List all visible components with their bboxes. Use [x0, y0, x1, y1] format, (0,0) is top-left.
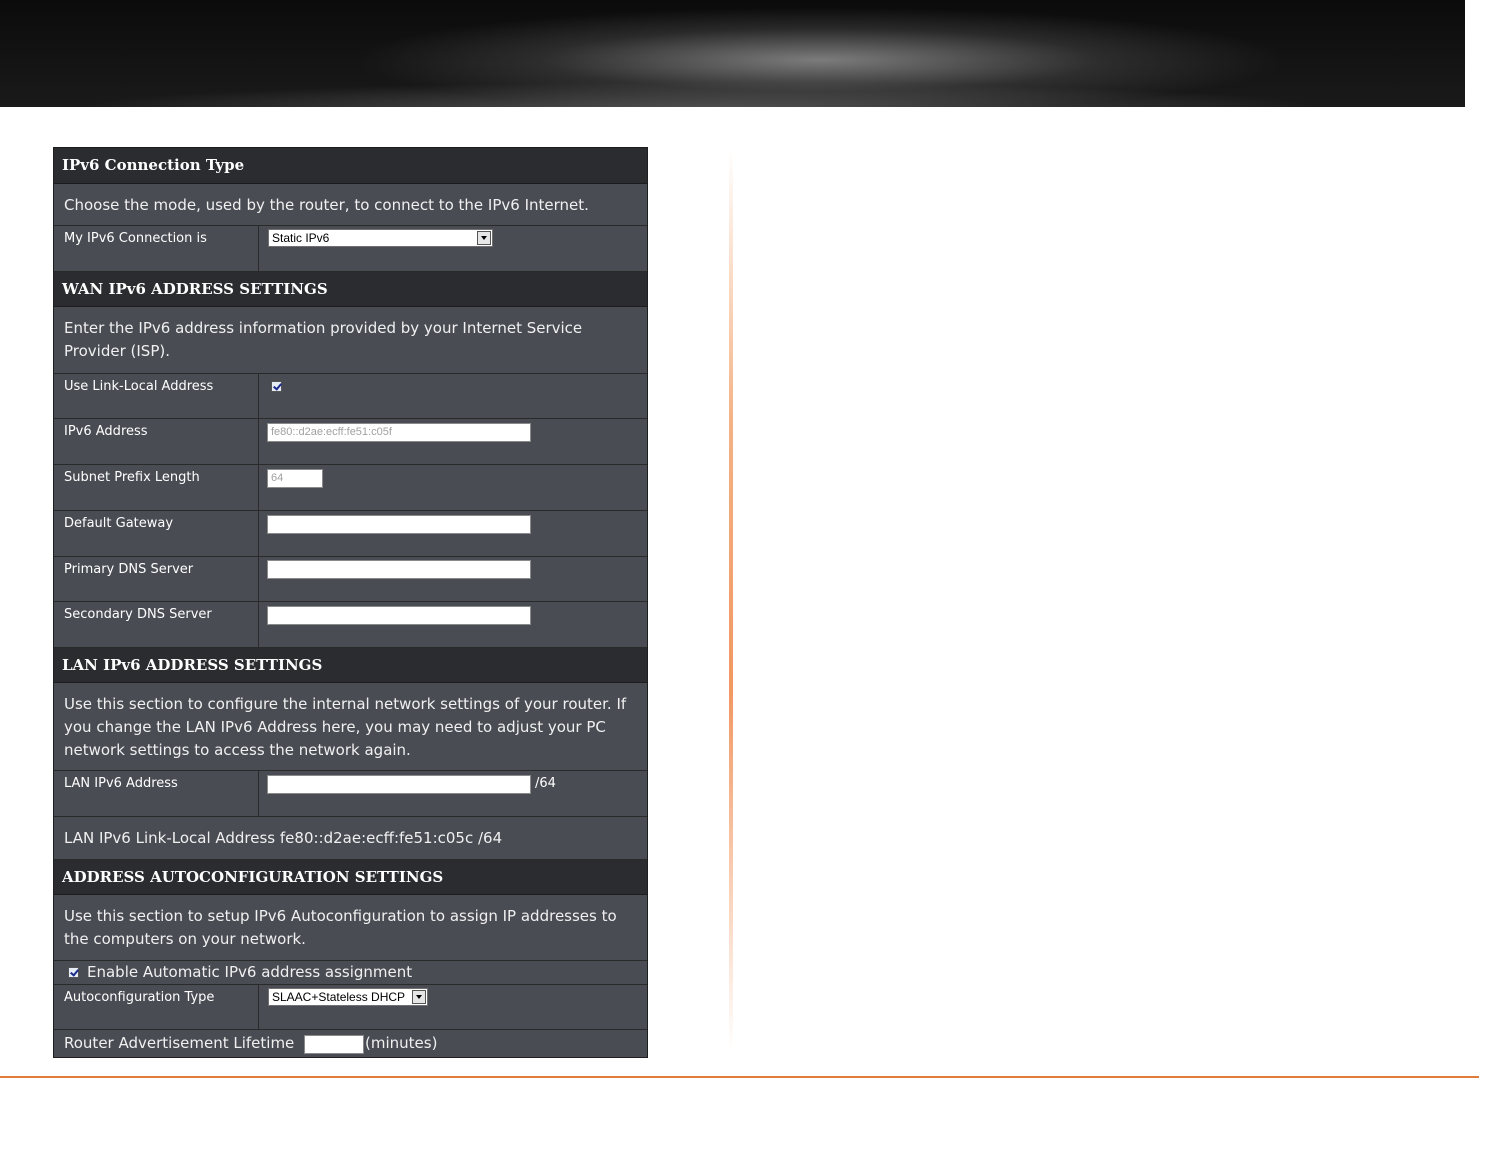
- lan-ipv6-address-label: LAN IPv6 Address: [54, 771, 259, 816]
- ra-lifetime-unit: (minutes): [365, 1034, 438, 1052]
- ipv6-address-input[interactable]: fe80::d2ae:ecff:fe51:c05f: [267, 423, 531, 442]
- autoconfig-type-select[interactable]: SLAAC+Stateless DHCP: [268, 988, 428, 1006]
- autoconfig-description: Use this section to setup IPv6 Autoconfi…: [54, 895, 647, 961]
- subnet-prefix-input[interactable]: 64: [267, 469, 323, 488]
- use-link-local-row: Use Link-Local Address: [54, 374, 647, 419]
- default-gateway-label: Default Gateway: [54, 511, 259, 556]
- ra-lifetime-input[interactable]: [304, 1035, 364, 1054]
- ipv6-address-row: IPv6 Address fe80::d2ae:ecff:fe51:c05f: [54, 419, 647, 465]
- section-header-wan: WAN IPv6 ADDRESS SETTINGS: [54, 272, 647, 307]
- default-gateway-row: Default Gateway: [54, 511, 647, 557]
- primary-dns-input[interactable]: [267, 560, 531, 579]
- lan-prefix-suffix: /64: [535, 776, 556, 791]
- chevron-down-icon[interactable]: [477, 231, 491, 245]
- connection-type-description: Choose the mode, used by the router, to …: [54, 184, 647, 226]
- ipv6-address-label: IPv6 Address: [54, 419, 259, 464]
- section-title: IPv6 Connection Type: [62, 156, 245, 174]
- wan-description: Enter the IPv6 address information provi…: [54, 307, 647, 374]
- lan-ipv6-address-row: LAN IPv6 Address /64: [54, 771, 647, 817]
- lan-ipv6-address-input[interactable]: [267, 775, 531, 794]
- lan-link-local-text: LAN IPv6 Link-Local Address fe80::d2ae:e…: [64, 829, 503, 847]
- decorative-divider: [729, 150, 733, 1050]
- autoconfig-type-row: Autoconfiguration Type SLAAC+Stateless D…: [54, 985, 647, 1030]
- section-header-connection-type: IPv6 Connection Type: [54, 148, 647, 184]
- connection-mode-select[interactable]: Static IPv6: [268, 229, 493, 247]
- primary-dns-row: Primary DNS Server: [54, 557, 647, 602]
- connection-mode-label: My IPv6 Connection is: [54, 226, 259, 271]
- ipv6-settings-panel: IPv6 Connection Type Choose the mode, us…: [53, 147, 648, 1058]
- section-header-lan: LAN IPv6 ADDRESS SETTINGS: [54, 648, 647, 683]
- enable-autoconfig-row: Enable Automatic IPv6 address assignment: [54, 961, 647, 985]
- subnet-prefix-label: Subnet Prefix Length: [54, 465, 259, 510]
- lan-link-local-row: LAN IPv6 Link-Local Address fe80::d2ae:e…: [54, 817, 647, 860]
- use-link-local-checkbox[interactable]: [271, 381, 282, 392]
- chevron-down-icon[interactable]: [412, 990, 426, 1004]
- secondary-dns-row: Secondary DNS Server: [54, 602, 647, 648]
- subnet-prefix-row: Subnet Prefix Length 64: [54, 465, 647, 511]
- ra-lifetime-label: Router Advertisement Lifetime: [64, 1034, 295, 1052]
- autoconfig-type-label: Autoconfiguration Type: [54, 985, 259, 1029]
- section-header-autoconfig: ADDRESS AUTOCONFIGURATION SETTINGS: [54, 860, 647, 895]
- secondary-dns-label: Secondary DNS Server: [54, 602, 259, 647]
- enable-autoconfig-checkbox[interactable]: [68, 967, 79, 978]
- connection-mode-row: My IPv6 Connection is Static IPv6: [54, 226, 647, 272]
- ra-lifetime-row: Router Advertisement Lifetime (minutes): [54, 1030, 647, 1057]
- primary-dns-label: Primary DNS Server: [54, 557, 259, 601]
- footer-rule: [0, 1076, 1479, 1078]
- use-link-local-label: Use Link-Local Address: [54, 374, 259, 418]
- default-gateway-input[interactable]: [267, 515, 531, 534]
- enable-autoconfig-label: Enable Automatic IPv6 address assignment: [87, 963, 413, 981]
- secondary-dns-input[interactable]: [267, 606, 531, 625]
- lan-description: Use this section to configure the intern…: [54, 683, 647, 771]
- header-banner: [0, 0, 1465, 107]
